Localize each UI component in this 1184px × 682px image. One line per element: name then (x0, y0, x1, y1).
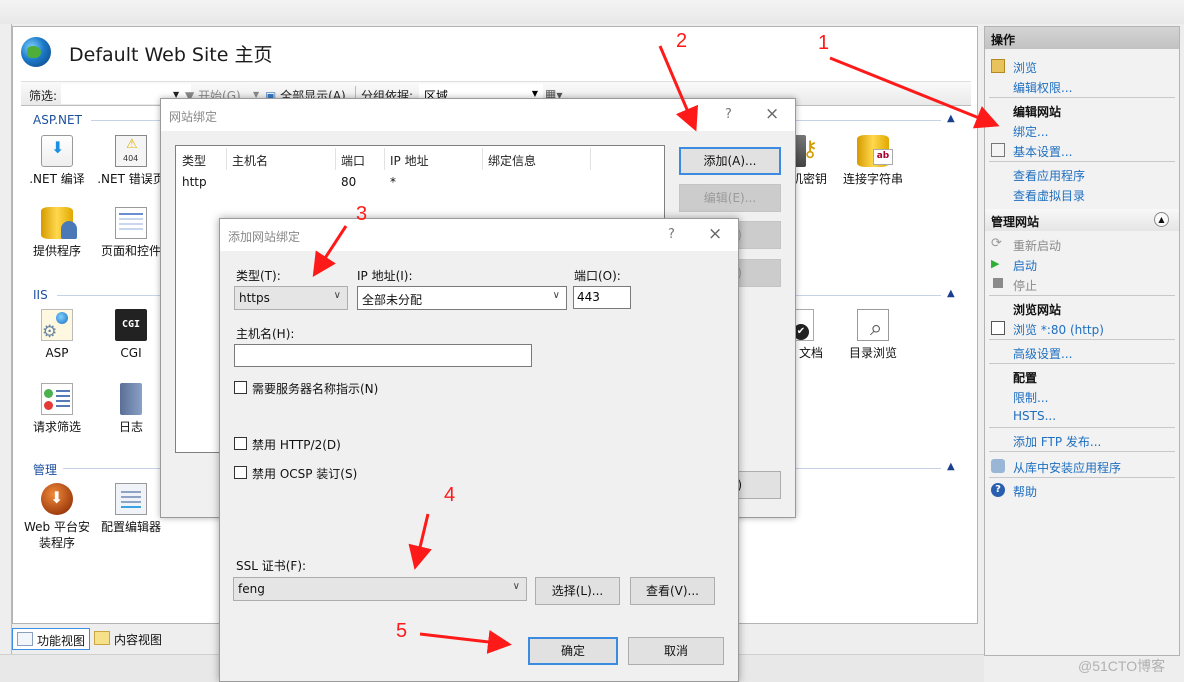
arrow-4 (408, 513, 432, 570)
arrow-3 (312, 225, 348, 278)
step-number-3: 3 (356, 203, 368, 225)
step-number-4: 4 (444, 484, 456, 506)
step-number-5: 5 (396, 620, 408, 642)
arrow-5 (419, 630, 512, 654)
step-number-1: 1 (818, 32, 830, 54)
step-number-2: 2 (676, 30, 688, 52)
annotation-arrows (312, 45, 1000, 654)
arrow-2 (658, 45, 699, 132)
watermark: @51CTO博客 (1078, 658, 1166, 674)
arrow-1 (829, 56, 1000, 129)
